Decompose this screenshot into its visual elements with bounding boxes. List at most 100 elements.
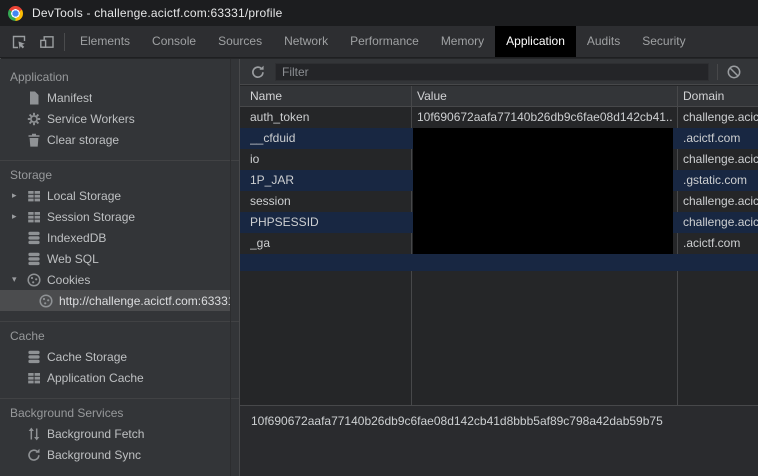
sidebar-item-web-sql[interactable]: Web SQL — [0, 248, 230, 269]
sidebar-item-application-cache[interactable]: Application Cache — [0, 367, 230, 388]
tab-performance[interactable]: Performance — [339, 26, 430, 57]
sidebar-item-label: Session Storage — [47, 210, 135, 224]
cell-domain[interactable]: challenge.acict — [683, 191, 758, 212]
cell-name[interactable]: session — [250, 191, 408, 212]
sidebar-item-manifest[interactable]: Manifest — [0, 87, 230, 108]
sidebar-item-session-storage[interactable]: ▸ Session Storage — [0, 206, 230, 227]
sync-icon — [26, 447, 42, 463]
sidebar-item-background-fetch[interactable]: Background Fetch — [0, 423, 230, 444]
sidebar-item-label: Manifest — [47, 91, 92, 105]
cookies-panel: Name Value Domain auth_token 10f690672aafa7… — [240, 59, 758, 476]
sidebar-section-cache: Cache Cache Storage Application Cache — [0, 321, 239, 388]
chevron-down-icon[interactable]: ▾ — [12, 274, 26, 285]
grid-body: auth_token 10f690672aafa77140b26db9c6fae0… — [240, 107, 758, 405]
cookie-icon — [38, 293, 54, 309]
sidebar-scrollbar[interactable] — [230, 59, 231, 476]
cell-domain[interactable]: challenge.acict — [683, 107, 758, 128]
cookie-value-preview: 10f690672aafa77140b26db9c6fae08d142cb41d… — [240, 405, 758, 476]
column-resizer[interactable] — [677, 86, 678, 106]
document-icon — [26, 90, 42, 106]
empty-cookie-row[interactable] — [240, 254, 758, 271]
tab-memory[interactable]: Memory — [430, 26, 495, 57]
sidebar-tree: ApplicationManifestService WorkersClear … — [0, 67, 239, 465]
cell-domain[interactable]: challenge.acict — [683, 212, 758, 233]
application-sidebar: ApplicationManifestService WorkersClear … — [0, 59, 240, 476]
cookie-icon — [26, 272, 42, 288]
cell-name[interactable]: io — [250, 149, 408, 170]
sidebar-item-label: Service Workers — [47, 112, 135, 126]
inspect-element-icon[interactable] — [10, 33, 28, 51]
table-icon — [26, 370, 42, 386]
tab-network[interactable]: Network — [273, 26, 339, 57]
chevron-right-icon[interactable]: ▸ — [12, 211, 26, 222]
sidebar-item-label: Local Storage — [47, 189, 121, 203]
tab-elements[interactable]: Elements — [69, 26, 141, 57]
cell-name[interactable]: _ga — [250, 233, 408, 254]
tabbar: ElementsConsoleSourcesNetworkPerformance… — [0, 26, 758, 58]
gear-icon — [26, 111, 42, 127]
cell-value[interactable]: 10f690672aafa77140b26db9c6fae08d142cb41.… — [417, 107, 673, 128]
sidebar-item-background-sync[interactable]: Background Sync — [0, 444, 230, 465]
filter-input[interactable] — [275, 63, 709, 81]
sidebar-item-indexeddb[interactable]: IndexedDB — [0, 227, 230, 248]
devtools-window: DevTools - challenge.acictf.com:63331/pr… — [0, 0, 758, 476]
grid-header: Name Value Domain — [240, 86, 758, 107]
chevron-right-icon[interactable]: ▸ — [12, 190, 26, 201]
sidebar-item-cookies[interactable]: ▾ Cookies — [0, 269, 230, 290]
sidebar-item-service-workers[interactable]: Service Workers — [0, 108, 230, 129]
refresh-icon[interactable] — [250, 64, 266, 80]
sidebar-item-cache-storage[interactable]: Cache Storage — [0, 346, 230, 367]
cookies-toolbar — [240, 59, 758, 85]
sidebar-section-application: ApplicationManifestService WorkersClear … — [0, 67, 239, 150]
sidebar-item-label: http://challenge.acictf.com:63331 — [59, 294, 230, 308]
tab-sources[interactable]: Sources — [207, 26, 273, 57]
tab-audits[interactable]: Audits — [576, 26, 631, 57]
tabbar-divider — [64, 33, 65, 51]
column-resizer[interactable] — [411, 86, 412, 106]
sidebar-item-local-storage[interactable]: ▸ Local Storage — [0, 185, 230, 206]
toolbar-divider — [717, 64, 718, 80]
content: ApplicationManifestService WorkersClear … — [0, 59, 758, 476]
tab-security[interactable]: Security — [631, 26, 696, 57]
chrome-logo-icon — [8, 6, 23, 21]
sidebar-section-storage: Storage ▸ Local Storage ▸ Session Storage Ind… — [0, 160, 239, 311]
cell-name[interactable]: __cfduid — [250, 128, 408, 149]
cookie-row-auth-token[interactable]: auth_token 10f690672aafa77140b26db9c6fae0… — [240, 107, 758, 128]
sidebar-item-label: Background Sync — [47, 448, 141, 462]
sidebar-item-label: Web SQL — [47, 252, 99, 266]
trash-icon — [26, 132, 42, 148]
device-toolbar-icon[interactable] — [38, 33, 56, 51]
database-icon — [26, 349, 42, 365]
tab-application[interactable]: Application — [495, 26, 576, 57]
section-header-storage: Storage — [0, 165, 239, 185]
cell-name[interactable]: auth_token — [250, 107, 408, 128]
column-header-value[interactable]: Value — [417, 86, 673, 106]
section-header-background-services: Background Services — [0, 403, 239, 423]
tab-console[interactable]: Console — [141, 26, 207, 57]
table-icon — [26, 188, 42, 204]
cell-domain[interactable]: challenge.acict — [683, 149, 758, 170]
database-icon — [26, 230, 42, 246]
section-header-cache: Cache — [0, 326, 239, 346]
sidebar-item-label: Background Fetch — [47, 427, 144, 441]
sidebar-item-label: Cookies — [47, 273, 90, 287]
database-icon — [26, 251, 42, 267]
cell-name[interactable]: 1P_JAR — [250, 170, 408, 191]
sidebar-item-clear-storage[interactable]: Clear storage — [0, 129, 230, 150]
sidebar-item-label: Application Cache — [47, 371, 144, 385]
table-icon — [26, 209, 42, 225]
redaction-overlay — [413, 128, 673, 254]
cell-name[interactable]: PHPSESSID — [250, 212, 408, 233]
tabbar-icons — [0, 26, 64, 57]
block-icon[interactable] — [726, 64, 742, 80]
sidebar-item-label: Cache Storage — [47, 350, 127, 364]
column-header-domain[interactable]: Domain — [683, 86, 758, 106]
column-header-name[interactable]: Name — [250, 86, 408, 106]
sidebar-item-label: IndexedDB — [47, 231, 106, 245]
sidebar-item-http-challenge-acictf-com-63331[interactable]: http://challenge.acictf.com:63331 — [0, 290, 230, 311]
cell-domain[interactable]: .acictf.com — [683, 233, 758, 254]
cell-domain[interactable]: .acictf.com — [683, 128, 758, 149]
tab-strip: ElementsConsoleSourcesNetworkPerformance… — [69, 26, 697, 57]
up-down-arrows-icon — [26, 426, 42, 442]
cell-domain[interactable]: .gstatic.com — [683, 170, 758, 191]
